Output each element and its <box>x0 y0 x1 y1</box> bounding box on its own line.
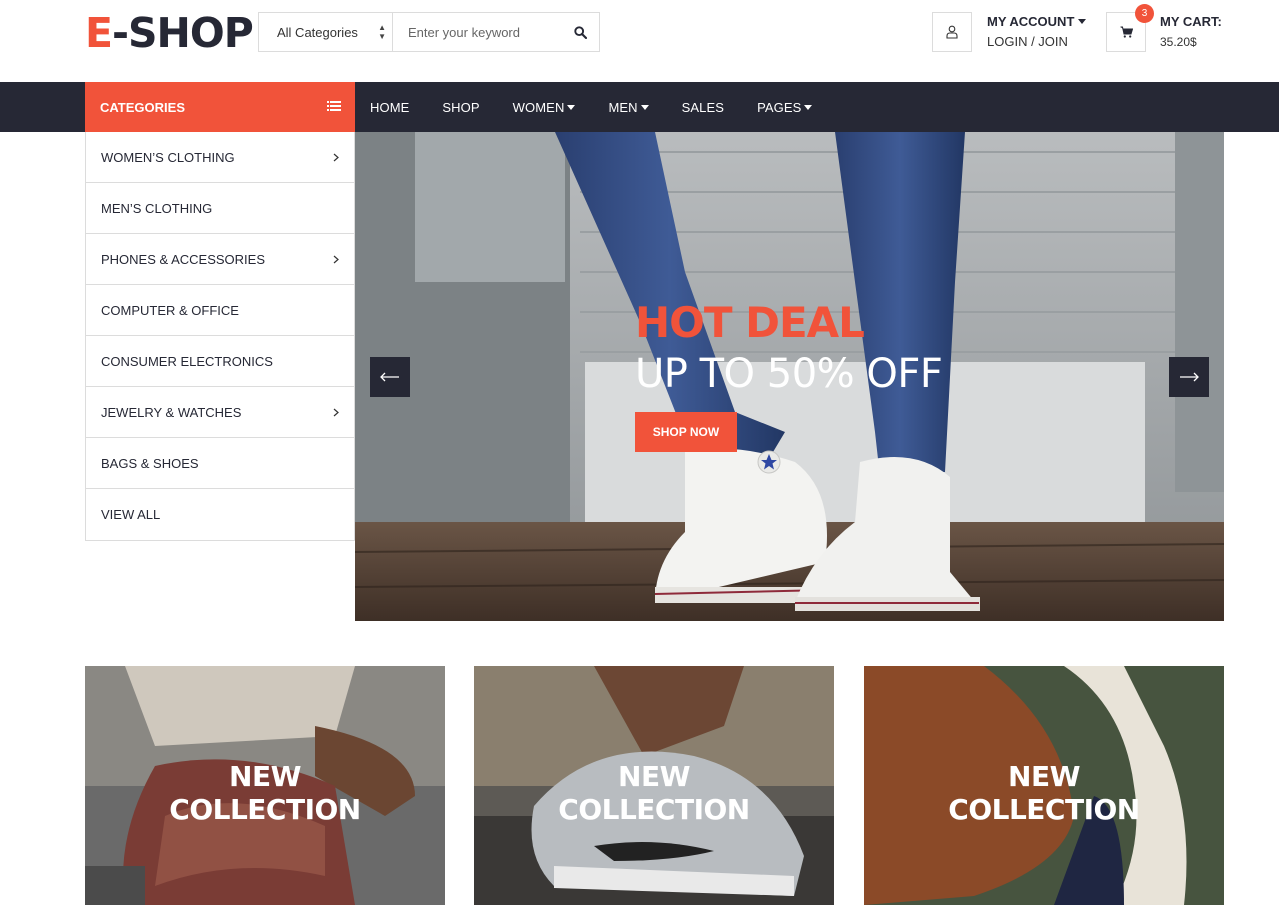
logo[interactable]: E-SHOP <box>85 11 254 55</box>
caret-down-icon <box>1078 19 1087 24</box>
shopping-cart-icon <box>1120 26 1133 38</box>
shop-now-button[interactable]: SHOP NOW <box>635 412 737 452</box>
collection-label-line1: NEW <box>229 760 301 793</box>
collection-label-line2: COLLECTION <box>948 793 1140 826</box>
list-icon <box>327 101 341 111</box>
nav-home[interactable]: HOME <box>370 100 409 115</box>
account-menu[interactable]: MY ACCOUNT LOGIN / JOIN <box>987 12 1087 52</box>
collection-banner-1[interactable]: NEW COLLECTION <box>85 666 445 905</box>
category-item-mens-clothing[interactable]: MEN’S CLOTHING <box>86 183 354 234</box>
caret-down-icon <box>640 104 649 110</box>
search-icon <box>573 25 587 39</box>
cart-summary[interactable]: MY CART: 35.20$ <box>1160 12 1222 52</box>
slider-prev-button[interactable] <box>370 357 410 397</box>
nav-men[interactable]: MEN <box>608 100 649 115</box>
collection-label-line1: NEW <box>618 760 690 793</box>
user-icon <box>946 25 958 39</box>
select-arrows-icon: ▲ ▼ <box>378 23 386 41</box>
category-item-view-all[interactable]: VIEW ALL <box>86 489 354 540</box>
nav-pages[interactable]: PAGES <box>757 100 813 115</box>
caret-down-icon <box>804 104 813 110</box>
category-item-jewelry-watches[interactable]: JEWELRY & WATCHES <box>86 387 354 438</box>
hero-headline: HOT DEAL <box>635 298 865 347</box>
header: E-SHOP All Categories ▲ ▼ Enter your keyw… <box>0 0 1279 82</box>
slider-next-button[interactable] <box>1169 357 1209 397</box>
category-item-consumer-electronics[interactable]: CONSUMER ELECTRONICS <box>86 336 354 387</box>
categories-header[interactable]: CATEGORIES <box>85 82 355 132</box>
arrow-left-icon <box>380 372 399 382</box>
category-item-computer-office[interactable]: COMPUTER & OFFICE <box>86 285 354 336</box>
caret-down-icon <box>567 104 576 110</box>
category-select[interactable]: All Categories ▲ ▼ <box>259 13 393 51</box>
collection-banner-3[interactable]: NEW COLLECTION <box>864 666 1224 905</box>
nav-shop[interactable]: SHOP <box>442 100 479 115</box>
collection-banner-2[interactable]: NEW COLLECTION <box>474 666 834 905</box>
chevron-right-icon <box>333 255 339 264</box>
search-input[interactable]: Enter your keyword <box>393 13 561 51</box>
arrow-right-icon <box>1180 372 1199 382</box>
search-button[interactable] <box>561 13 599 51</box>
category-list: WOMEN’S CLOTHING MEN’S CLOTHING PHONES &… <box>85 132 355 541</box>
hero-subheadline: UP TO 50% OFF <box>635 351 943 397</box>
nav-sales[interactable]: SALES <box>682 100 724 115</box>
category-item-bags-shoes[interactable]: BAGS & SHOES <box>86 438 354 489</box>
nav-women[interactable]: WOMEN <box>513 100 576 115</box>
cart-total: 35.20$ <box>1160 35 1197 49</box>
category-item-womens-clothing[interactable]: WOMEN’S CLOTHING <box>86 132 354 183</box>
cart-count-badge: 3 <box>1135 4 1154 23</box>
collection-label-line1: NEW <box>1008 760 1080 793</box>
main-menu: HOME SHOP WOMEN MEN SALES PAGES <box>370 82 845 132</box>
category-item-phones-accessories[interactable]: PHONES & ACCESSORIES <box>86 234 354 285</box>
search-bar: All Categories ▲ ▼ Enter your keyword <box>258 12 600 52</box>
collection-label-line2: COLLECTION <box>558 793 750 826</box>
chevron-right-icon <box>333 408 339 417</box>
hero-slider: HOT DEAL UP TO 50% OFF SHOP NOW <box>355 132 1224 621</box>
account-button[interactable] <box>932 12 972 52</box>
chevron-right-icon <box>333 153 339 162</box>
collection-label-line2: COLLECTION <box>169 793 361 826</box>
login-join-link[interactable]: LOGIN / JOIN <box>987 32 1086 52</box>
